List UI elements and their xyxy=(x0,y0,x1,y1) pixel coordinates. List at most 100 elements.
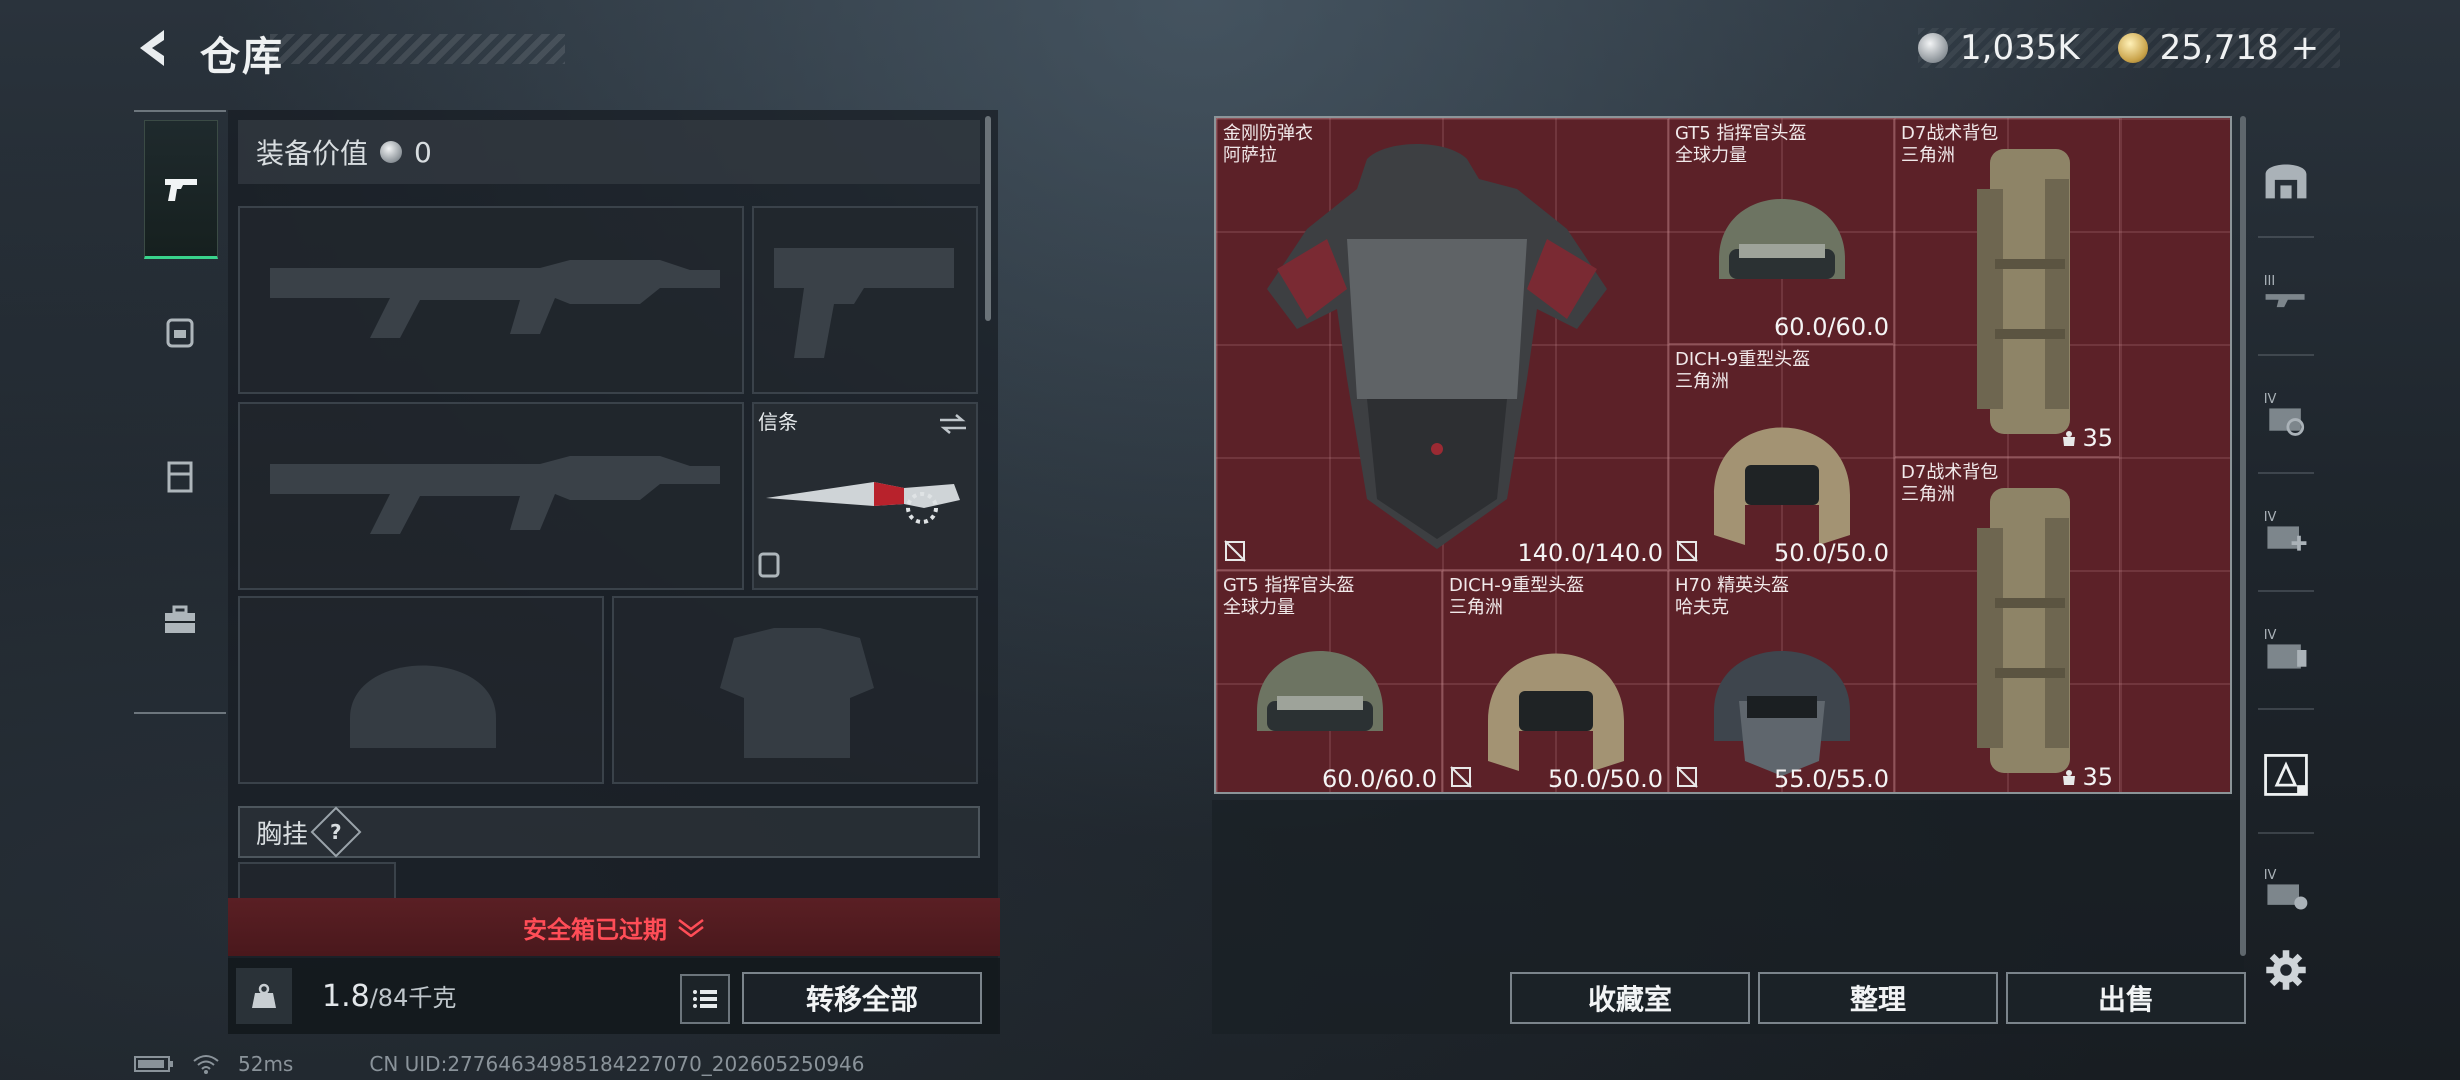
armor-silhouette-icon xyxy=(720,628,874,758)
help-icon[interactable]: ? xyxy=(310,806,362,858)
backpack-icon xyxy=(1977,488,2070,773)
item-name: D7战术背包 三角洲 xyxy=(1901,462,1999,505)
carry-weight-current: 1.8 xyxy=(322,979,370,1014)
safe-box-expired-banner[interactable]: 安全箱已过期 xyxy=(228,898,1000,956)
pistol-silhouette-icon xyxy=(774,248,954,358)
no-insurance-icon xyxy=(1224,540,1246,562)
list-view-button[interactable] xyxy=(680,974,730,1024)
weapon-storage-tab[interactable]: III xyxy=(2258,268,2314,324)
secondary-weapon-slot[interactable] xyxy=(238,402,744,590)
carry-weight: 1.8/84千克 xyxy=(322,978,456,1014)
tab-backpack[interactable] xyxy=(144,264,216,399)
capacity-icon xyxy=(2063,431,2076,446)
chest-rig-header: 胸挂 ? xyxy=(238,806,980,858)
stash-grid: 金刚防弹衣 阿萨拉 140.0/140.0 GT5 指挥官头盔 全球力量 60.… xyxy=(1214,116,2232,794)
equipment-value-amount: 0 xyxy=(414,135,432,169)
item-name: DICH-9重型头盔 三角洲 xyxy=(1449,575,1585,618)
collection-button[interactable]: 收藏室 xyxy=(1510,972,1750,1024)
vault-tab[interactable] xyxy=(2258,150,2314,206)
item-name: GT5 指挥官头盔 全球力量 xyxy=(1223,575,1355,618)
item-durability: 50.0/50.0 xyxy=(1548,765,1663,793)
stash-item-helmet[interactable]: GT5 指挥官头盔 全球力量 60.0/60.0 xyxy=(1668,118,1894,344)
loadout-scrollbar[interactable] xyxy=(985,116,991,321)
tab-toolbox[interactable] xyxy=(144,552,216,687)
carry-weight-max: /84千克 xyxy=(369,984,457,1012)
lock-icon xyxy=(758,552,780,578)
wifi-icon xyxy=(193,1055,219,1074)
svg-text:IV: IV xyxy=(2264,510,2277,525)
silver-coin-icon xyxy=(380,141,403,163)
ammo-storage-tab[interactable]: IV xyxy=(2258,862,2314,918)
settings-button[interactable] xyxy=(2258,942,2314,998)
sell-button[interactable]: 出售 xyxy=(2006,972,2246,1024)
user-uid: CN UID:27764634985184227070_202605250946 xyxy=(369,1052,865,1076)
item-name: DICH-9重型头盔 三角洲 xyxy=(1675,349,1811,392)
ammo-storage-icon: IV xyxy=(2264,868,2308,910)
ping: 52ms xyxy=(238,1052,294,1076)
backpack-icon xyxy=(166,318,194,347)
stash-item-helmet[interactable]: H70 精英头盔 哈夫克 55.0/55.0 xyxy=(1668,570,1894,793)
gold-add-button[interactable]: + xyxy=(2291,28,2320,68)
armor-slot[interactable] xyxy=(612,596,978,784)
item-capacity: 35 xyxy=(2060,763,2113,791)
body-armor-icon xyxy=(1267,144,1607,549)
item-name: 金刚防弹衣 阿萨拉 xyxy=(1223,123,1313,166)
loadout-tabs xyxy=(134,110,226,714)
toolbox-icon xyxy=(165,605,195,633)
equipment-value-label: 装备价值 xyxy=(256,137,369,170)
battery-icon xyxy=(134,1056,173,1072)
svg-text:IV: IV xyxy=(2264,392,2277,407)
pistol-icon xyxy=(165,178,197,201)
helmet-slot[interactable] xyxy=(238,596,604,784)
transfer-all-button[interactable]: 转移全部 xyxy=(742,972,982,1024)
stash-item-backpack[interactable]: D7战术背包 三角洲 35 xyxy=(1894,457,2120,792)
tab-weapons[interactable] xyxy=(144,120,218,259)
stash-item-helmet[interactable]: DICH-9重型头盔 三角洲 50.0/50.0 xyxy=(1668,344,1894,570)
organize-button[interactable]: 整理 xyxy=(1758,972,1998,1024)
armor-storage-tab[interactable] xyxy=(2258,746,2314,802)
back-arrow-icon[interactable] xyxy=(132,26,176,70)
rig-icon xyxy=(167,461,193,492)
svg-text:IV: IV xyxy=(2264,868,2277,883)
silver-coin-icon xyxy=(1918,33,1948,63)
medical-storage-tab[interactable]: IV xyxy=(2258,504,2314,560)
gear-icon xyxy=(2266,950,2306,990)
status-bar: 52ms CN UID:27764634985184227070_2026052… xyxy=(134,1052,865,1076)
medical-storage-icon: IV xyxy=(2264,510,2307,551)
helmet-silhouette-icon xyxy=(350,665,496,748)
item-durability: 55.0/55.0 xyxy=(1774,765,1889,793)
currency-bar: 1,035K 25,718 + xyxy=(1918,28,2340,68)
pistol-slot[interactable] xyxy=(752,206,978,394)
recycle-storage-icon: IV xyxy=(2264,392,2305,436)
stash-item-helmet[interactable]: GT5 指挥官头盔 全球力量 60.0/60.0 xyxy=(1216,570,1442,793)
list-icon xyxy=(693,990,717,1008)
no-insurance-icon xyxy=(1450,766,1472,788)
stash-item-helmet[interactable]: DICH-9重型头盔 三角洲 50.0/50.0 xyxy=(1442,570,1668,793)
item-durability: 60.0/60.0 xyxy=(1774,313,1889,341)
silver-amount: 1,035K xyxy=(1960,28,2080,68)
item-durability: 60.0/60.0 xyxy=(1322,765,1437,793)
primary-weapon-slot[interactable] xyxy=(238,206,744,394)
stash-item-backpack[interactable]: D7战术背包 三角洲 35 xyxy=(1894,118,2120,457)
swap-icon[interactable] xyxy=(938,412,968,436)
gold-coin-icon xyxy=(2117,33,2148,63)
item-name: D7战术背包 三角洲 xyxy=(1901,123,1999,166)
capacity-icon xyxy=(2063,770,2076,785)
storage-category-bar: III IV IV IV IV xyxy=(2246,110,2326,990)
chest-rig-slot[interactable] xyxy=(238,862,396,902)
safe-box-label: 安全箱已过期 xyxy=(523,915,667,944)
rifle-silhouette-icon xyxy=(270,456,720,534)
document-storage-tab[interactable]: IV xyxy=(2258,622,2314,678)
item-name: H70 精英头盔 哈夫克 xyxy=(1675,575,1790,618)
page-title: 仓库 xyxy=(200,34,284,80)
item-durability: 50.0/50.0 xyxy=(1774,539,1889,567)
tab-chest-rig[interactable] xyxy=(144,408,216,543)
svg-text:III: III xyxy=(2264,274,2276,289)
stash-item-body-armor[interactable]: 金刚防弹衣 阿萨拉 140.0/140.0 xyxy=(1216,118,1668,570)
title-stripe xyxy=(270,34,565,64)
document-storage-icon: IV xyxy=(2264,628,2307,669)
equipment-value: 装备价值 0 xyxy=(238,120,980,184)
recycle-storage-tab[interactable]: IV xyxy=(2258,386,2314,442)
item-durability: 140.0/140.0 xyxy=(1517,539,1664,567)
rifle-silhouette-icon xyxy=(270,260,720,338)
